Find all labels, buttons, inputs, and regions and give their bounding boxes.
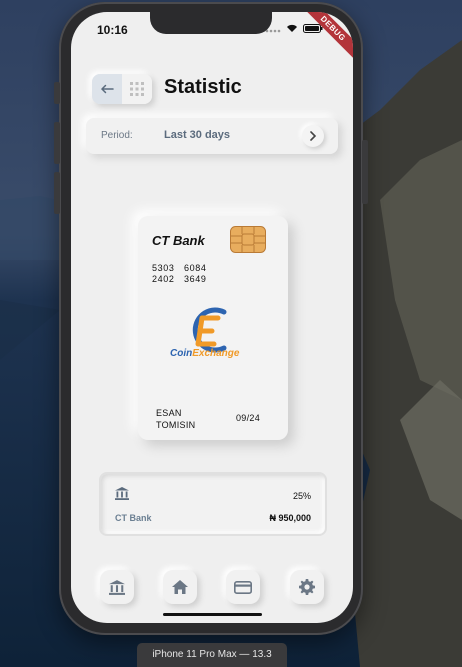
chip-icon (230, 226, 266, 253)
arrow-left-icon (100, 84, 114, 94)
nav-home-button[interactable] (163, 570, 197, 604)
back-button[interactable] (92, 74, 122, 104)
home-icon (172, 580, 188, 594)
phone-notch (150, 12, 272, 34)
card-holder-name: ESAN TOMISIN (156, 407, 195, 431)
card-number: 5303 6084 2402 3649 (152, 263, 216, 285)
card-holder-line: ESAN (156, 408, 182, 418)
card-icon (234, 580, 252, 594)
period-label: Period: (101, 130, 133, 141)
volume-down-button (54, 172, 60, 214)
simulator-device-label: iPhone 11 Pro Max — 13.3 (137, 643, 287, 667)
power-button (362, 140, 368, 204)
nav-card-button[interactable] (226, 570, 260, 604)
card-holder-line: TOMISIN (156, 420, 196, 430)
mute-switch (54, 82, 60, 104)
card-number-group: 5303 (152, 263, 175, 273)
summary-bank-name: CT Bank (115, 513, 152, 523)
nav-settings-button[interactable] (290, 570, 324, 604)
period-next-button[interactable] (302, 125, 324, 147)
card-number-group: 3649 (184, 274, 207, 284)
bank-icon (109, 579, 125, 595)
summary-amount: ₦ 950,000 (269, 513, 311, 523)
period-selector[interactable]: Period: Last 30 days (86, 118, 338, 154)
header-button-group (92, 74, 152, 104)
grid-button[interactable] (122, 74, 152, 104)
chevron-right-icon (310, 131, 317, 141)
page-title: Statistic (164, 76, 242, 98)
account-summary[interactable]: 25% CT Bank ₦ 950,000 (99, 472, 327, 536)
coin-exchange-wordmark: CoinExchange (170, 348, 240, 359)
summary-percentage: 25% (292, 491, 311, 501)
card-number-group: 6084 (184, 263, 207, 273)
volume-up-button (54, 122, 60, 164)
card-number-group: 2402 (152, 274, 175, 284)
status-icons (265, 24, 323, 33)
status-time: 10:16 (97, 23, 128, 37)
bank-card[interactable]: CT Bank 5303 6084 2402 3649 CoinExchange E… (138, 216, 288, 440)
card-expiry: 09/24 (236, 413, 261, 423)
period-value: Last 30 days (164, 129, 231, 141)
nav-bank-button[interactable] (100, 570, 134, 604)
grid-icon (130, 82, 144, 96)
app-screen: 10:16 DEBUG Statistic Period: Last 30 da… (71, 12, 353, 623)
wifi-icon (287, 24, 297, 32)
bank-icon (115, 487, 129, 500)
card-bank-name: CT Bank (152, 233, 205, 248)
gear-icon (299, 579, 315, 595)
home-indicator (163, 613, 262, 616)
